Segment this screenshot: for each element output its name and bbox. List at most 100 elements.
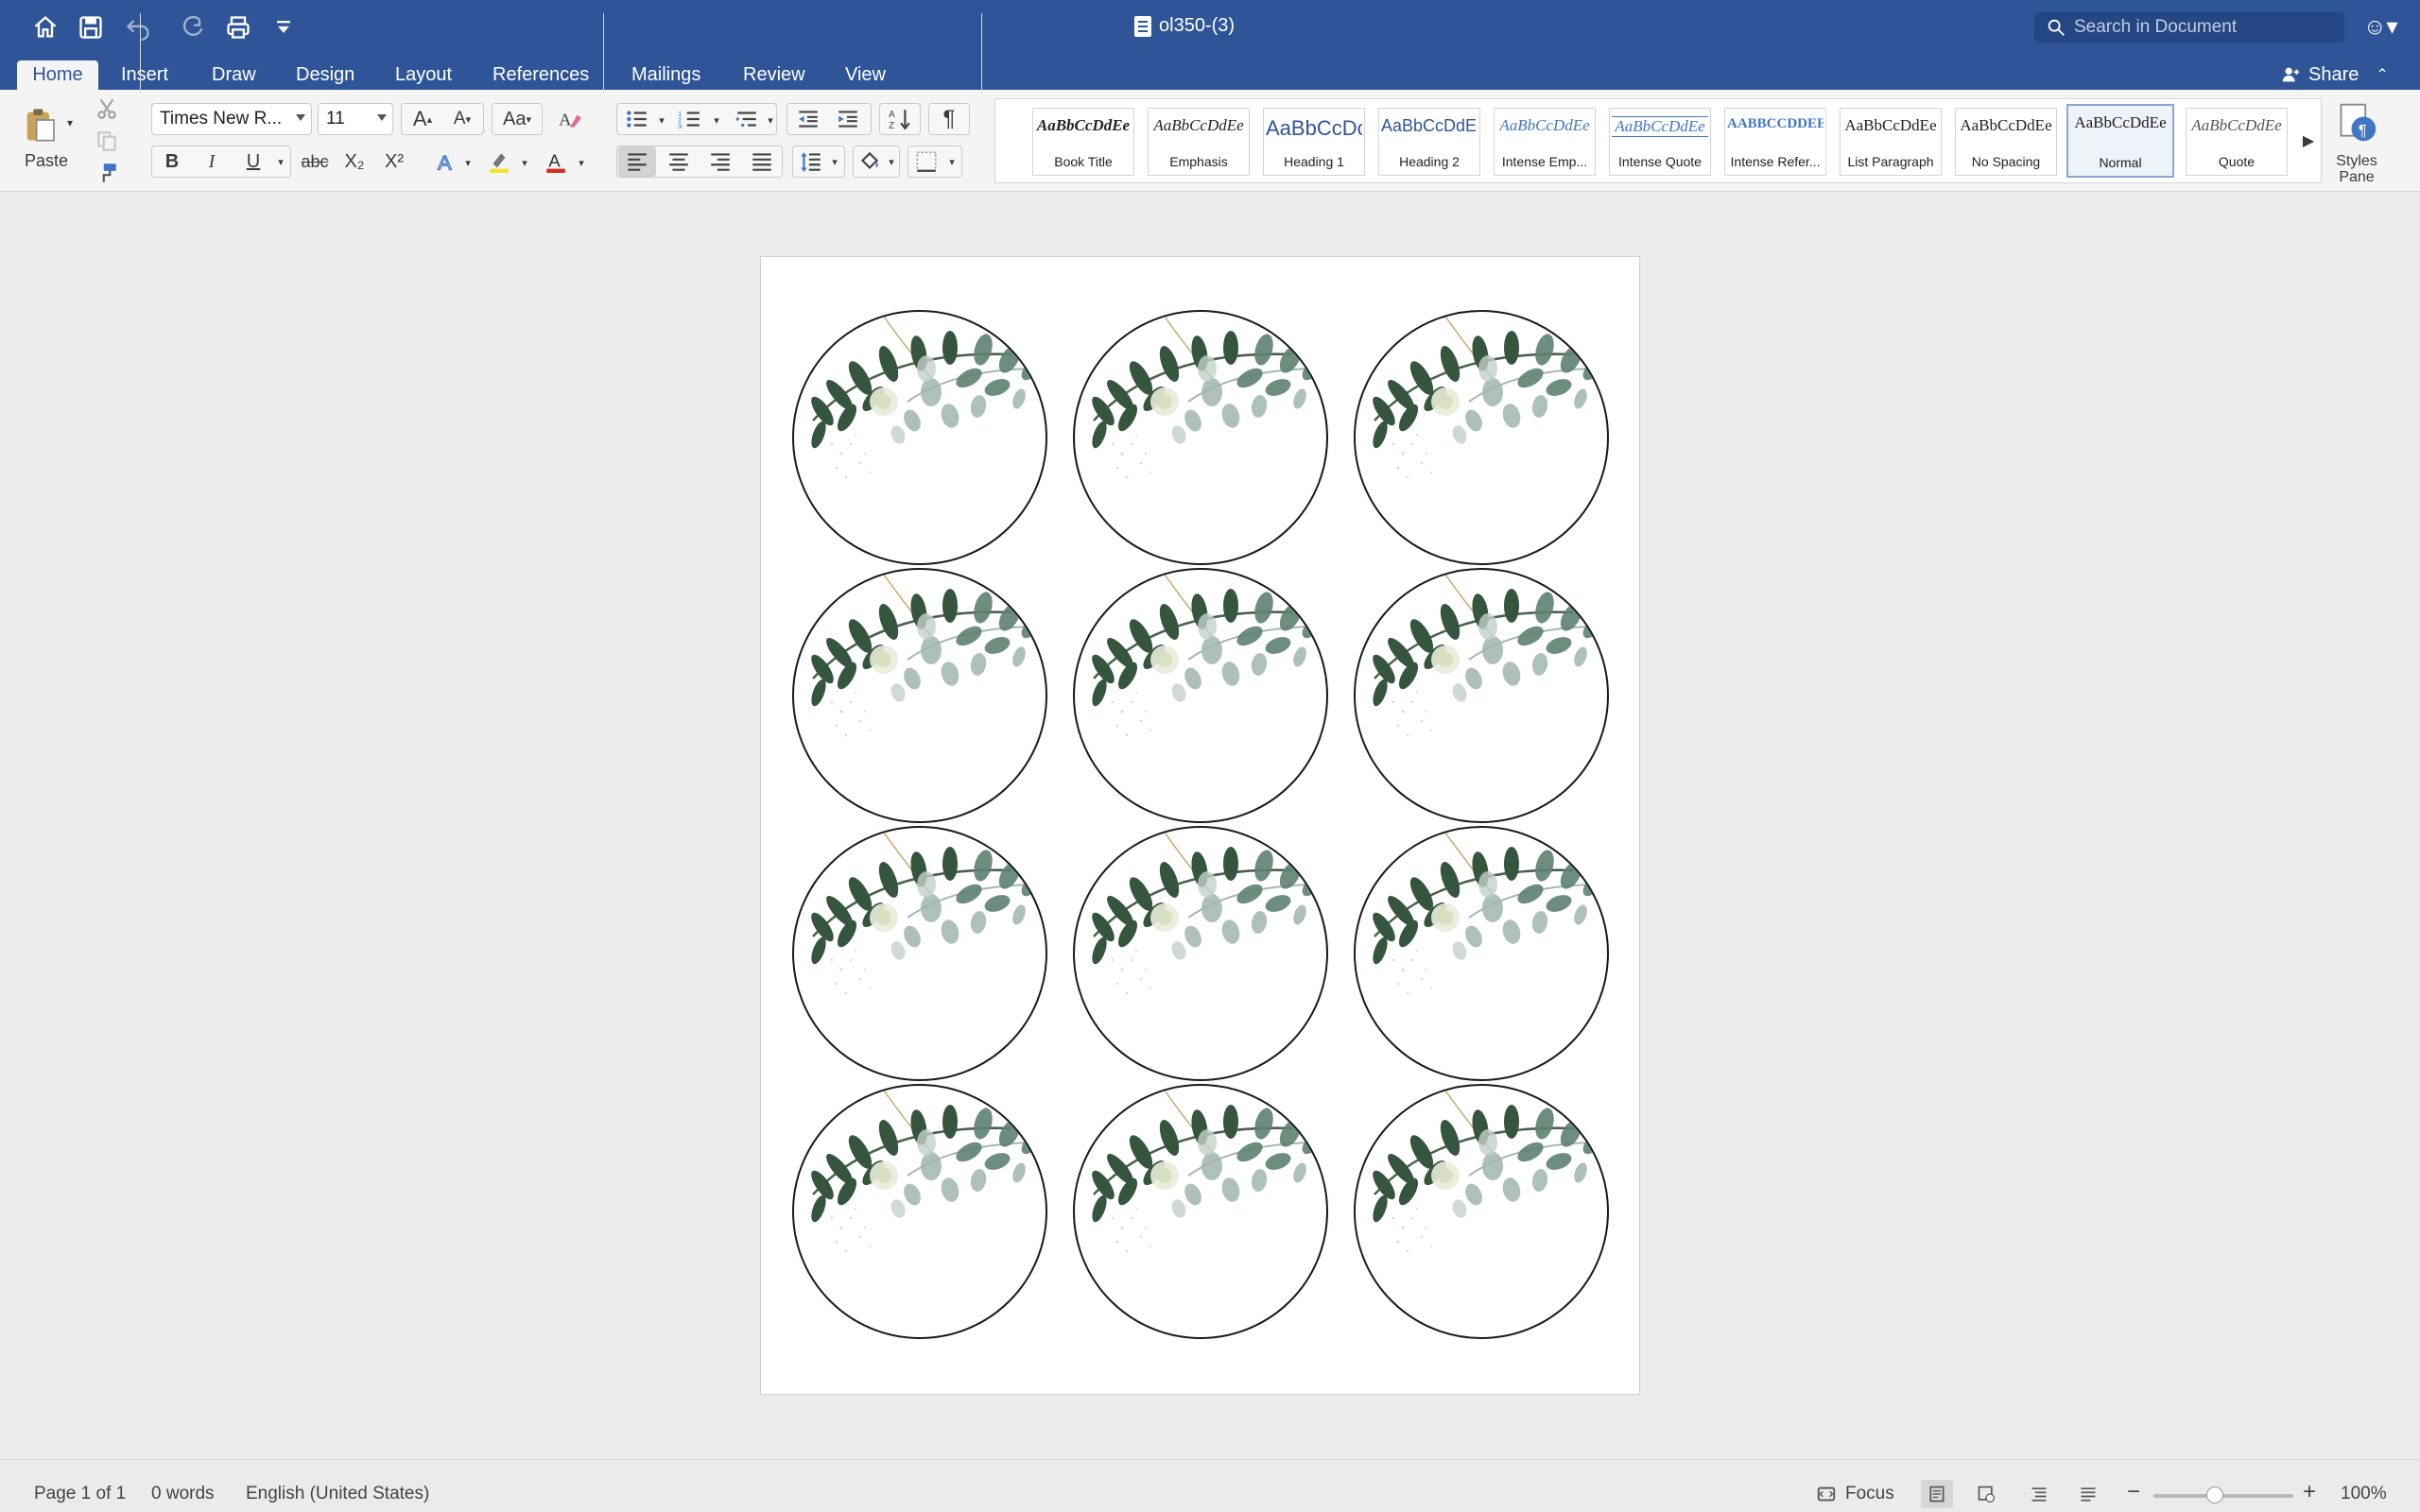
feedback-smiley-icon[interactable]: ☺▾	[2363, 13, 2401, 42]
clear-formatting-icon[interactable]: A	[552, 104, 588, 134]
align-right-icon[interactable]	[701, 146, 739, 177]
zoom-out-button[interactable]: −	[2127, 1479, 2140, 1505]
superscript-button[interactable]: X²	[378, 147, 410, 176]
print-layout-view-icon[interactable]	[1921, 1480, 1953, 1508]
style-intense-reference[interactable]: AABBCCDDEE Intense Refer...	[1724, 108, 1826, 176]
numbering-icon[interactable]: 123	[673, 104, 707, 134]
highlight-color-icon[interactable]	[480, 146, 518, 178]
decrease-indent-icon[interactable]	[790, 104, 826, 134]
text-effects-options-icon[interactable]: ▾	[461, 151, 475, 174]
align-left-icon[interactable]	[618, 146, 656, 177]
line-spacing-icon[interactable]	[794, 146, 828, 177]
round-label[interactable]	[792, 826, 1047, 1081]
show-formatting-marks-button[interactable]: ¶	[930, 104, 968, 134]
font-color-options-icon[interactable]: ▾	[575, 151, 588, 174]
tab-draw[interactable]: Draw	[202, 60, 266, 90]
underline-button[interactable]: U	[238, 147, 268, 176]
borders-options-icon[interactable]: ▾	[945, 151, 959, 172]
style-book-title[interactable]: AaBbCcDdEe Book Title	[1032, 108, 1134, 176]
web-layout-view-icon[interactable]	[1974, 1484, 1998, 1504]
shrink-font-button[interactable]: A ▾	[444, 104, 480, 134]
highlight-options-icon[interactable]: ▾	[518, 151, 531, 174]
borders-icon[interactable]	[909, 146, 943, 177]
outline-view-icon[interactable]	[2027, 1484, 2051, 1504]
numbering-options-icon[interactable]: ▾	[709, 110, 724, 130]
styles-pane-icon[interactable]: ¶	[2331, 100, 2382, 144]
paste-options-icon[interactable]: ▾	[62, 113, 78, 132]
word-count[interactable]: 0 words	[151, 1484, 215, 1504]
sort-icon[interactable]: AZ	[881, 104, 919, 134]
zoom-in-button[interactable]: +	[2303, 1479, 2316, 1505]
format-painter-icon[interactable]	[93, 159, 121, 187]
redo-icon[interactable]	[176, 11, 210, 43]
tab-layout[interactable]: Layout	[386, 60, 461, 90]
strikethrough-button[interactable]: abc	[297, 147, 333, 176]
align-center-icon[interactable]	[660, 146, 698, 177]
line-spacing-options-icon[interactable]: ▾	[828, 151, 841, 172]
print-icon[interactable]	[221, 11, 255, 43]
justify-icon[interactable]	[743, 146, 781, 177]
round-label[interactable]	[1073, 1084, 1328, 1339]
style-list-paragraph[interactable]: AaBbCcDdEe List Paragraph	[1840, 108, 1942, 176]
tab-design[interactable]: Design	[286, 60, 364, 90]
round-label[interactable]	[1354, 568, 1609, 823]
italic-button[interactable]: I	[197, 147, 227, 176]
tab-view[interactable]: View	[836, 60, 895, 90]
zoom-slider-thumb[interactable]	[2206, 1486, 2224, 1503]
round-label[interactable]	[1073, 826, 1328, 1081]
multilevel-list-icon[interactable]	[730, 104, 764, 134]
round-label[interactable]	[1354, 826, 1609, 1081]
style-normal[interactable]: AaBbCcDdEe Normal	[2066, 104, 2174, 178]
font-name-combo[interactable]: Times New R...	[151, 103, 312, 135]
subscript-button[interactable]: X₂	[338, 147, 371, 176]
style-heading-2[interactable]: AaBbCcDdEe Heading 2	[1378, 108, 1480, 176]
share-button[interactable]: Share ⌃	[2280, 60, 2389, 89]
round-label[interactable]	[792, 310, 1047, 565]
cut-icon[interactable]	[93, 94, 121, 123]
style-quote[interactable]: AaBbCcDdEe Quote	[2186, 108, 2288, 176]
collapse-ribbon-icon[interactable]: ⌃	[2376, 65, 2388, 84]
copy-icon[interactable]	[93, 127, 121, 155]
bullets-options-icon[interactable]: ▾	[654, 110, 669, 130]
round-label[interactable]	[792, 1084, 1047, 1339]
draft-view-icon[interactable]	[2076, 1484, 2100, 1504]
tab-references[interactable]: References	[483, 60, 598, 90]
font-color-icon[interactable]: A	[537, 146, 575, 178]
grow-font-button[interactable]: A ▴	[405, 104, 441, 134]
page-count[interactable]: Page 1 of 1	[34, 1484, 126, 1504]
undo-icon[interactable]	[121, 11, 155, 43]
tab-home[interactable]: Home	[17, 60, 98, 90]
focus-button[interactable]: Focus	[1815, 1484, 1894, 1504]
round-label[interactable]	[1073, 568, 1328, 823]
tab-insert[interactable]: Insert	[112, 60, 178, 90]
customize-toolbar-icon[interactable]	[267, 11, 301, 43]
underline-options-icon[interactable]: ▾	[274, 149, 287, 174]
round-label[interactable]	[1073, 310, 1328, 565]
language[interactable]: English (United States)	[246, 1484, 429, 1504]
paste-icon[interactable]	[17, 98, 62, 151]
style-intense-quote[interactable]: AaBbCcDdEe Intense Quote	[1609, 108, 1711, 176]
save-icon[interactable]	[74, 11, 108, 43]
change-case-button[interactable]: Aa ▾	[495, 104, 539, 134]
style-emphasis[interactable]: AaBbCcDdEe Emphasis	[1148, 108, 1250, 176]
shading-icon[interactable]	[855, 146, 885, 177]
multilevel-options-icon[interactable]: ▾	[764, 110, 777, 130]
round-label[interactable]	[792, 568, 1047, 823]
font-size-combo[interactable]: 11	[318, 103, 393, 135]
bold-button[interactable]: B	[157, 147, 187, 176]
bullets-icon[interactable]	[620, 104, 654, 134]
search-box[interactable]: Search in Document	[2034, 12, 2344, 43]
shading-options-icon[interactable]: ▾	[885, 151, 898, 172]
tab-review[interactable]: Review	[734, 60, 815, 90]
zoom-percent[interactable]: 100%	[2341, 1484, 2387, 1504]
round-label[interactable]	[1354, 310, 1609, 565]
search-input[interactable]: Search in Document	[2074, 17, 2237, 38]
style-heading-1[interactable]: AaBbCcDc Heading 1	[1263, 108, 1365, 176]
styles-gallery-next-icon[interactable]: ▶	[2297, 127, 2320, 155]
home-icon[interactable]	[28, 11, 62, 43]
style-intense-emphasis[interactable]: AaBbCcDdEe Intense Emp...	[1494, 108, 1596, 176]
style-no-spacing[interactable]: AaBbCcDdEe No Spacing	[1955, 108, 2057, 176]
tab-mailings[interactable]: Mailings	[622, 60, 710, 90]
round-label[interactable]	[1354, 1084, 1609, 1339]
increase-indent-icon[interactable]	[830, 104, 866, 134]
